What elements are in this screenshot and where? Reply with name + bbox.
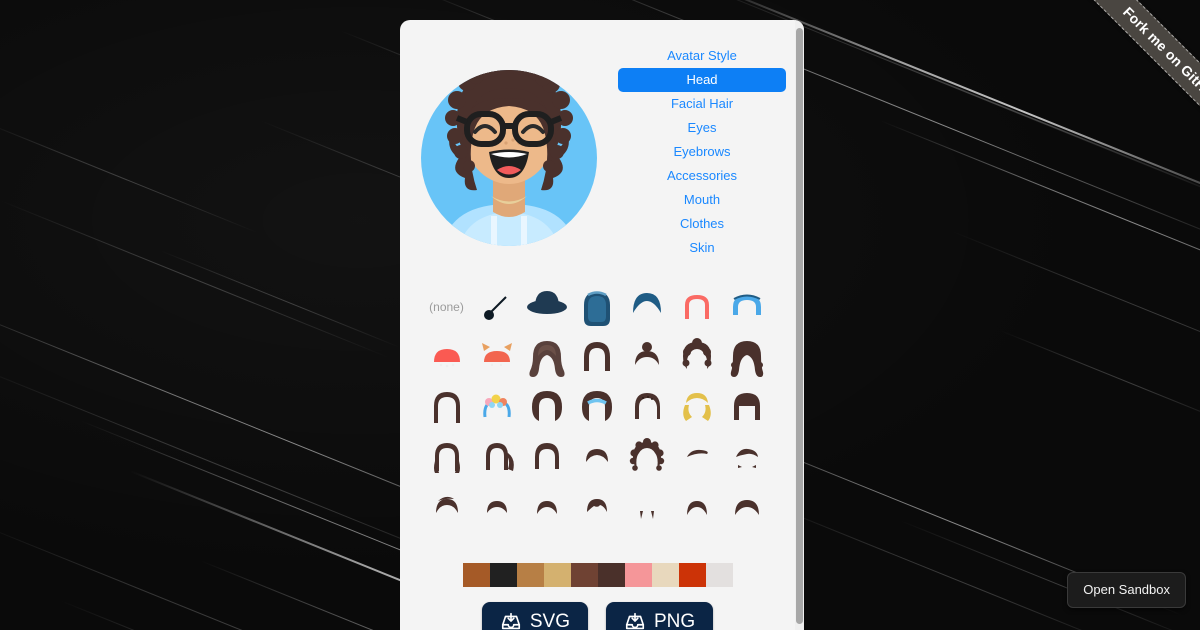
option-red-cap[interactable] [672, 282, 722, 332]
download-button-label: SVG [529, 611, 570, 630]
option-blue-beanie[interactable] [722, 282, 772, 332]
option-curly-short[interactable] [672, 332, 722, 382]
page-root: Fork me on GitHub Open Sandbox Avatar St… [0, 0, 1200, 630]
option-none[interactable]: (none) [422, 282, 472, 332]
option-ponytail[interactable] [472, 432, 522, 482]
option-short-crop[interactable] [572, 432, 622, 482]
option-long-wavy-hair[interactable] [522, 332, 572, 382]
color-swatch-6[interactable] [597, 563, 625, 587]
option-bald-fringe[interactable] [672, 482, 722, 532]
option-bun-hair[interactable] [622, 332, 672, 382]
open-sandbox-button[interactable]: Open Sandbox [1067, 572, 1186, 608]
option-pin-hat[interactable] [472, 282, 522, 332]
option-long-curly[interactable] [722, 332, 772, 382]
option-bob-hair[interactable] [572, 332, 622, 382]
color-swatch-9[interactable] [678, 563, 706, 587]
avatar-preview-wrap [400, 32, 618, 270]
download-svg-button[interactable]: SVG [481, 602, 588, 630]
download-tray-icon [500, 611, 522, 630]
download-tray-icon [624, 611, 646, 630]
option-quiff[interactable] [672, 432, 722, 482]
menu-item-clothes[interactable]: Clothes [618, 212, 786, 236]
option-hijab[interactable] [572, 282, 622, 332]
download-png-button[interactable]: PNG [605, 602, 714, 630]
options-grid-area: (none) [400, 282, 795, 534]
menu-item-head[interactable]: Head [618, 68, 786, 92]
fork-me-ribbon-label[interactable]: Fork me on GitHub [1078, 0, 1200, 148]
option-big-bob[interactable] [522, 382, 572, 432]
option-blonde-pigtails[interactable] [672, 382, 722, 432]
download-buttons: SVG PNG [400, 602, 795, 630]
option-textured-short[interactable] [572, 482, 622, 532]
fork-me-ribbon[interactable]: Fork me on GitHub [1040, 0, 1200, 160]
option-red-headband[interactable] [422, 332, 472, 382]
menu-item-skin[interactable]: Skin [618, 236, 786, 260]
menu-item-eyes[interactable]: Eyes [618, 116, 786, 140]
option-messy-short[interactable] [722, 432, 772, 482]
option-fringe-bob[interactable] [722, 382, 772, 432]
option-round-short[interactable] [522, 482, 572, 532]
option-none-label: (none) [429, 300, 464, 314]
option-long-straight[interactable] [422, 382, 472, 432]
option-turban[interactable] [622, 282, 672, 332]
menu-item-eyebrows[interactable]: Eyebrows [618, 140, 786, 164]
color-swatch-3[interactable] [516, 563, 544, 587]
menu-item-avatar-style[interactable]: Avatar Style [618, 44, 786, 68]
menu-item-accessories[interactable]: Accessories [618, 164, 786, 188]
color-swatch-1[interactable] [462, 563, 490, 587]
color-swatch-8[interactable] [651, 563, 679, 587]
option-buzz-cut[interactable] [472, 482, 522, 532]
options-grid: (none) [400, 282, 795, 532]
menu-item-mouth[interactable]: Mouth [618, 188, 786, 212]
panel-scrollbar[interactable] [795, 20, 804, 630]
option-flower-headband[interactable] [472, 382, 522, 432]
color-swatch-4[interactable] [543, 563, 571, 587]
avatar-preview [421, 70, 597, 246]
option-fox-headband[interactable] [472, 332, 522, 382]
menu-item-facial-hair[interactable]: Facial Hair [618, 92, 786, 116]
option-wide-short[interactable] [722, 482, 772, 532]
category-menu: Avatar Style Head Facial Hair Eyes Eyebrows A… [618, 32, 804, 270]
option-short-side[interactable] [422, 482, 472, 532]
panel-scrollbar-thumb[interactable] [796, 28, 803, 624]
color-swatch-10[interactable] [705, 563, 733, 587]
color-swatch-5[interactable] [570, 563, 598, 587]
option-long-layered[interactable] [422, 432, 472, 482]
option-sideburns[interactable] [622, 482, 672, 532]
option-wide-brim-hat[interactable] [522, 282, 572, 332]
option-shoulder-hair[interactable] [522, 432, 572, 482]
option-afro[interactable] [622, 432, 672, 482]
option-bob-blue-band[interactable] [572, 382, 622, 432]
color-swatch-2[interactable] [489, 563, 517, 587]
card-top-section: Avatar Style Head Facial Hair Eyes Eyebrows A… [400, 20, 804, 270]
color-palette [400, 563, 795, 587]
avatar-builder-card: Avatar Style Head Facial Hair Eyes Eyebrows A… [400, 20, 804, 630]
color-swatch-7[interactable] [624, 563, 652, 587]
download-button-label: PNG [653, 611, 696, 630]
option-side-part[interactable] [622, 382, 672, 432]
